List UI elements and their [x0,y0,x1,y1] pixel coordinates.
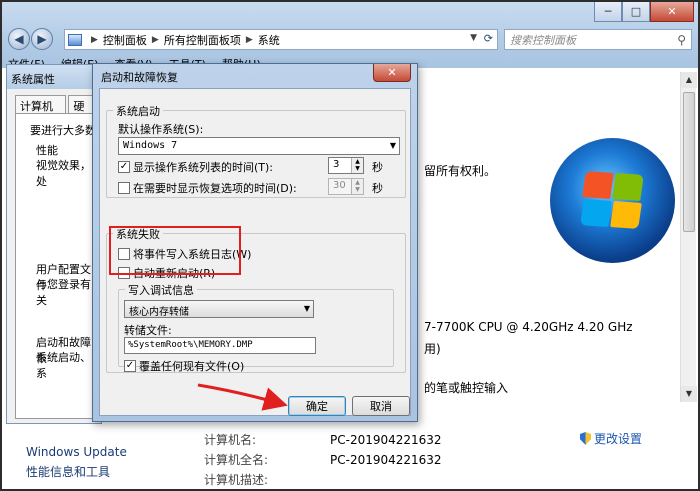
checkbox-unchecked-icon [118,182,130,194]
dump-file-field[interactable]: %SystemRoot%\MEMORY.DMP [124,337,316,354]
system-properties-title: 系统属性 [7,65,101,89]
forward-button[interactable]: ▶ [31,28,53,50]
close-button[interactable]: ✕ [650,2,694,22]
scroll-up-icon[interactable]: ▲ [681,72,697,88]
dump-type-value: 核心内存转储 [129,307,189,318]
control-panel-icon [68,33,82,46]
breadcrumb-system[interactable]: 系统 [258,32,280,48]
show-recovery-checkbox[interactable]: 在需要时显示恢复选项的时间(D): [118,180,297,196]
show-os-list-checkbox[interactable]: ✓ 显示操作系统列表的时间(T): [118,159,273,175]
breadcrumb-separator-icon: ▶ [245,34,253,45]
windows-logo [550,138,675,263]
advanced-tab-panel: 要进行大多数 性能 视觉效果，处 用户配置文件 与您登录有关 启动和故障恢 系统… [15,113,99,419]
link-performance-info[interactable]: 性能信息和工具 [26,462,127,482]
computer-info-values: PC-201904221632 PC-201904221632 [330,430,442,470]
close-icon: ✕ [387,66,397,79]
chevron-down-icon[interactable]: ▼ [470,33,477,43]
link-windows-update[interactable]: Windows Update [26,442,127,462]
show-os-list-label: 显示操作系统列表的时间(T): [133,161,274,174]
debug-info-legend: 写入调试信息 [125,282,197,298]
chevron-down-icon: ▼ [303,304,310,313]
scroll-thumb[interactable] [683,92,695,232]
system-properties-dialog: 系统属性 计算机名 硬件 要进行大多数 性能 视觉效果，处 用户配置文件 与您登… [6,64,102,424]
full-computer-name-label: 计算机全名: [204,453,269,467]
checkbox-checked-icon: ✓ [118,161,130,173]
address-bar[interactable]: ▶ 控制面板 ▶ 所有控制面板项 ▶ 系统 ▼ ⟳ [64,29,498,50]
memory-text: 用) [424,342,441,356]
refresh-icon[interactable]: ⟳ [484,32,493,45]
search-icon: ⚲ [677,32,686,47]
back-button[interactable]: ◀ [8,28,30,50]
change-settings-label: 更改设置 [594,432,643,446]
seconds-unit: 秒 [372,161,383,174]
show-os-list-spinner[interactable]: 3 ▲ ▼ [328,157,364,174]
computer-name-label: 计算机名: [204,433,257,447]
breadcrumb-separator-icon: ▶ [151,34,159,45]
processor-text: 7-7700K CPU @ 4.20GHz 4.20 GHz [424,320,633,334]
seconds-unit: 秒 [372,182,383,195]
shield-icon [580,432,591,445]
arrow-left-icon: ◀ [14,32,24,46]
overwrite-checkbox[interactable]: ✓ 覆盖任何现有文件(O) [124,358,244,374]
full-computer-name-value: PC-201904221632 [330,453,442,467]
search-placeholder: 搜索控制面板 [510,33,576,47]
spinner-arrows-icon[interactable]: ▲ ▼ [351,158,363,173]
explorer-toolbar: ─ □ ✕ ◀ ▶ ▶ 控制面板 ▶ 所有控制面板项 ▶ 系统 ▼ ⟳ 搜索控制… [2,2,698,71]
breadcrumb-all-items[interactable]: 所有控制面板项 [164,32,241,48]
window-controls: ─ □ ✕ [594,2,694,24]
checkbox-checked-icon: ✓ [124,360,136,372]
pen-touch-text: 的笔或触控输入 [424,381,509,395]
ok-button[interactable]: 确定 [288,396,346,416]
computer-info-labels: 计算机名: 计算机全名: 计算机描述: [204,430,268,490]
search-input[interactable]: 搜索控制面板 ⚲ [504,29,692,50]
change-settings-link[interactable]: 更改设置 [580,430,642,447]
breadcrumb-control-panel[interactable]: 控制面板 [103,32,147,48]
breadcrumb-separator-icon: ▶ [91,34,98,45]
dump-file-label: 转储文件: [124,324,172,337]
arrow-right-icon: ▶ [37,32,47,46]
dump-type-select[interactable]: 核心内存转储 ▼ [124,300,314,318]
startup-recovery-text: 系统启动、系 [36,351,91,380]
default-os-value: Windows 7 [123,140,178,151]
default-os-label: 默认操作系统(S): [118,123,204,136]
show-recovery-label: 在需要时显示恢复选项的时间(D): [133,182,297,195]
intro-text: 要进行大多数 [30,124,96,137]
minimize-button[interactable]: ─ [594,2,622,22]
computer-description-label: 计算机描述: [204,473,269,487]
dialog-title: 启动和故障恢复 [101,71,178,84]
copyright-text: 留所有权利。 [424,164,497,178]
system-startup-legend: 系统启动 [113,103,163,119]
spinner-arrows-icon[interactable]: ▲ ▼ [351,179,363,194]
dialog-close-button[interactable]: ✕ [373,64,411,82]
scroll-down-icon[interactable]: ▼ [681,386,697,402]
show-recovery-value: 30 [333,180,346,191]
chevron-down-icon: ▼ [389,141,396,150]
show-os-list-value: 3 [333,159,340,170]
overwrite-label: 覆盖任何现有文件(O) [139,360,245,373]
computer-name-value: PC-201904221632 [330,433,442,447]
cancel-button[interactable]: 取消 [352,396,410,416]
performance-label: 性能 [36,144,58,157]
see-also-links: Windows Update 性能信息和工具 [26,442,127,482]
failure-options-highlight [109,226,241,275]
maximize-button[interactable]: □ [622,2,650,22]
user-profiles-text: 与您登录有关 [36,278,91,307]
performance-text: 视觉效果，处 [36,159,91,188]
default-os-select[interactable]: Windows 7 ▼ [118,137,400,155]
show-recovery-spinner[interactable]: 30 ▲ ▼ [328,178,364,195]
scrollbar[interactable]: ▲ ▼ [680,72,697,402]
